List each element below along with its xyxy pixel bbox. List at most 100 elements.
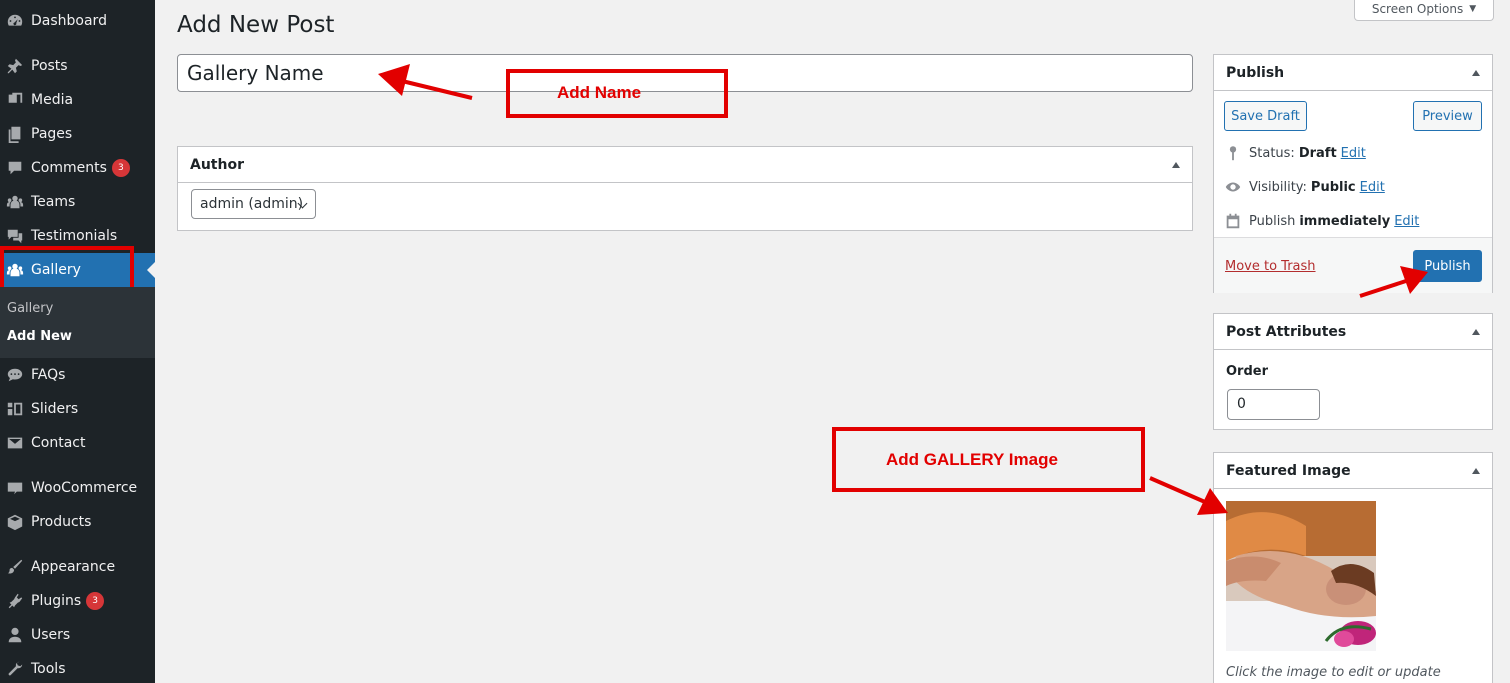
- move-to-trash-link[interactable]: Move to Trash: [1225, 259, 1316, 274]
- calendar-icon: [1226, 213, 1240, 229]
- sidebar-item-label: Dashboard: [31, 13, 107, 29]
- sidebar-item-users[interactable]: Users: [0, 618, 155, 652]
- wrench-icon: [4, 659, 26, 679]
- screen-options-label: Screen Options: [1371, 2, 1464, 16]
- slides-icon: [4, 399, 26, 419]
- sidebar-item-label: Media: [31, 92, 74, 108]
- status-label: Status:: [1249, 145, 1295, 161]
- page-title: Add New Post: [177, 12, 335, 38]
- media-icon: [4, 90, 26, 110]
- order-input[interactable]: 0: [1227, 389, 1320, 420]
- sidebar-item-faqs[interactable]: FAQs: [0, 358, 155, 392]
- order-label: Order: [1226, 364, 1268, 379]
- sidebar-item-dashboard[interactable]: Dashboard: [0, 4, 155, 38]
- pages-icon: [4, 124, 26, 144]
- sidebar-item-plugins[interactable]: Plugins 3: [0, 584, 155, 618]
- admin-sidebar: Dashboard Posts Media Pages Comments 3 T…: [0, 0, 155, 683]
- publish-label: Publish: [1249, 213, 1296, 229]
- sidebar-item-comments[interactable]: Comments 3: [0, 151, 155, 185]
- woo-icon: [4, 478, 26, 498]
- sidebar-item-label: Plugins: [31, 593, 82, 609]
- edit-visibility-link[interactable]: Edit: [1360, 180, 1385, 195]
- sidebar-item-label: Contact: [31, 435, 86, 451]
- visibility-value: Public: [1310, 179, 1356, 195]
- sidebar-item-label: Pages: [31, 126, 73, 142]
- sidebar-item-contact[interactable]: Contact: [0, 426, 155, 460]
- publish-metabox: Publish Save Draft Preview Status: Draft…: [1213, 54, 1493, 293]
- sidebar-item-label: Testimonials: [31, 228, 118, 244]
- sidebar-item-label: Tools: [31, 661, 66, 677]
- author-metabox-title: Author: [190, 156, 244, 173]
- featured-image-thumbnail[interactable]: [1226, 501, 1376, 651]
- author-select[interactable]: admin (admin): [191, 189, 316, 219]
- faq-icon: [4, 365, 26, 385]
- plugins-count-badge: 3: [86, 592, 105, 610]
- groups-icon: [4, 192, 26, 212]
- collapse-toggle-icon[interactable]: [1172, 161, 1180, 168]
- collapse-toggle-icon[interactable]: [1472, 328, 1480, 335]
- triangle-down-icon: ▼: [1469, 4, 1477, 14]
- sidebar-item-label: Comments: [31, 160, 107, 176]
- sidebar-item-tools[interactable]: Tools: [0, 652, 155, 683]
- comment-icon: [4, 158, 26, 178]
- publish-value: immediately: [1299, 213, 1391, 229]
- brush-icon: [4, 557, 26, 577]
- publish-metabox-header[interactable]: Publish: [1214, 55, 1492, 91]
- testimonial-icon: [4, 226, 26, 246]
- edit-status-link[interactable]: Edit: [1341, 146, 1366, 161]
- sidebar-item-media[interactable]: Media: [0, 83, 155, 117]
- post-attributes-header[interactable]: Post Attributes: [1214, 314, 1492, 350]
- mail-icon: [4, 433, 26, 453]
- sidebar-item-label: Sliders: [31, 401, 79, 417]
- pin-icon: [1229, 146, 1237, 161]
- author-select-value: admin (admin): [200, 196, 304, 212]
- sidebar-item-pages[interactable]: Pages: [0, 117, 155, 151]
- sidebar-item-label: Products: [31, 514, 92, 530]
- publish-metabox-title: Publish: [1226, 64, 1285, 81]
- gallery-submenu: Gallery Add New: [0, 287, 155, 358]
- author-metabox-header[interactable]: Author: [178, 147, 1192, 183]
- publish-time-row: Publish immediately Edit: [1224, 212, 1419, 230]
- sidebar-item-woocommerce[interactable]: WooCommerce: [0, 471, 155, 505]
- submenu-item-add-new[interactable]: Add New: [7, 329, 72, 344]
- status-value: Draft: [1298, 145, 1337, 161]
- post-attributes-title: Post Attributes: [1226, 323, 1347, 340]
- archive-icon: [4, 512, 26, 532]
- collapse-toggle-icon[interactable]: [1472, 467, 1480, 474]
- screen-options-button[interactable]: Screen Options ▼: [1354, 0, 1494, 21]
- post-status-row: Status: Draft Edit: [1224, 144, 1366, 162]
- add-name-annotation: Add Name: [557, 83, 642, 102]
- pin-icon: [4, 56, 26, 76]
- sidebar-item-label: Posts: [31, 58, 68, 74]
- eye-icon: [1225, 182, 1241, 192]
- sidebar-item-label: Users: [31, 627, 71, 643]
- gallery-highlight-box: [0, 246, 134, 292]
- add-gallery-image-annotation: Add GALLERY Image: [886, 450, 1058, 469]
- featured-image-caption: Click the image to edit or update: [1226, 665, 1441, 680]
- sidebar-item-label: Appearance: [31, 559, 116, 575]
- sidebar-item-label: FAQs: [31, 367, 66, 383]
- plugin-icon: [4, 591, 26, 611]
- preview-button[interactable]: Preview: [1413, 101, 1482, 131]
- save-draft-button[interactable]: Save Draft: [1224, 101, 1307, 131]
- visibility-row: Visibility: Public Edit: [1224, 178, 1385, 196]
- featured-image-header[interactable]: Featured Image: [1214, 453, 1492, 489]
- post-attributes-metabox: Post Attributes Order 0: [1213, 313, 1493, 430]
- submenu-item-gallery[interactable]: Gallery: [7, 301, 53, 316]
- sidebar-item-products[interactable]: Products: [0, 505, 155, 539]
- dashboard-icon: [4, 11, 26, 31]
- massage-photo: [1226, 501, 1376, 651]
- publish-button[interactable]: Publish: [1413, 250, 1482, 282]
- author-metabox: Author admin (admin): [177, 146, 1193, 231]
- user-icon: [4, 625, 26, 645]
- sidebar-item-label: Teams: [31, 194, 76, 210]
- sidebar-item-label: WooCommerce: [31, 480, 138, 496]
- featured-image-title: Featured Image: [1226, 462, 1351, 479]
- sidebar-item-teams[interactable]: Teams: [0, 185, 155, 219]
- collapse-toggle-icon[interactable]: [1472, 69, 1480, 76]
- visibility-label: Visibility:: [1249, 179, 1307, 195]
- edit-publish-time-link[interactable]: Edit: [1394, 214, 1419, 229]
- sidebar-item-appearance[interactable]: Appearance: [0, 550, 155, 584]
- sidebar-item-posts[interactable]: Posts: [0, 49, 155, 83]
- sidebar-item-sliders[interactable]: Sliders: [0, 392, 155, 426]
